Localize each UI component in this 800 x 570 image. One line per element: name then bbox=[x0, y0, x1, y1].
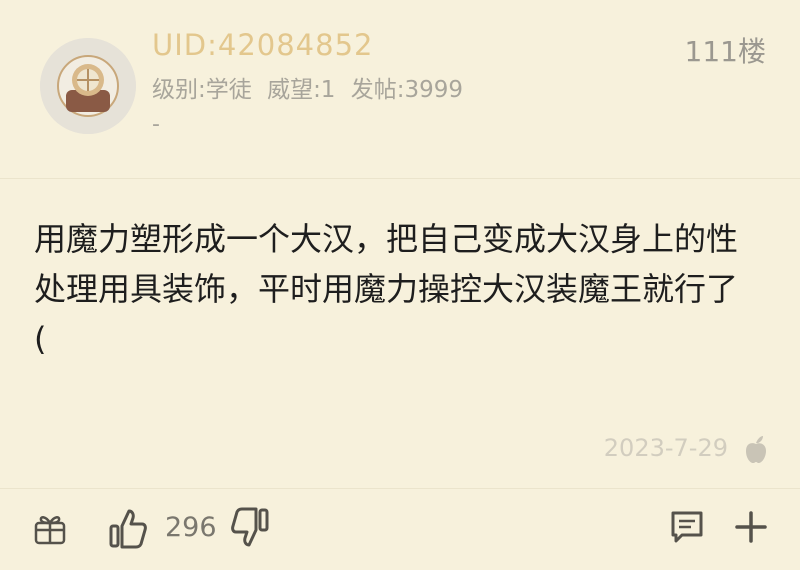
user-post-count: 发帖:3999 bbox=[350, 77, 464, 103]
like-count: 296 bbox=[165, 512, 217, 543]
avatar-image bbox=[40, 38, 136, 134]
user-meta: 级别:学徒 威望:1 发帖:3999 bbox=[152, 70, 471, 104]
comment-icon[interactable] bbox=[668, 508, 706, 546]
user-prestige: 威望:1 bbox=[267, 77, 336, 103]
user-signature: - bbox=[152, 112, 160, 137]
post-content: 用魔力塑形成一个大汉，把自己变成大汉身上的性 处理用具装饰，平时用魔力操控大汉装… bbox=[34, 220, 739, 358]
plus-icon[interactable] bbox=[734, 510, 768, 544]
user-level: 级别:学徒 bbox=[152, 77, 252, 103]
header-divider bbox=[0, 178, 800, 179]
floor-number: 111楼 bbox=[684, 35, 766, 68]
footer-divider bbox=[0, 488, 800, 489]
avatar[interactable] bbox=[40, 38, 136, 134]
post-card: UID:42084852 111楼 级别:学徒 威望:1 发帖:3999 - 用… bbox=[0, 0, 800, 570]
apple-icon bbox=[746, 436, 766, 463]
user-uid[interactable]: UID:42084852 bbox=[152, 28, 374, 62]
thumbs-down-icon[interactable] bbox=[230, 506, 270, 550]
thumbs-up-icon[interactable] bbox=[108, 506, 148, 550]
post-date: 2023-7-29 bbox=[603, 434, 728, 462]
gift-icon[interactable] bbox=[32, 510, 68, 546]
